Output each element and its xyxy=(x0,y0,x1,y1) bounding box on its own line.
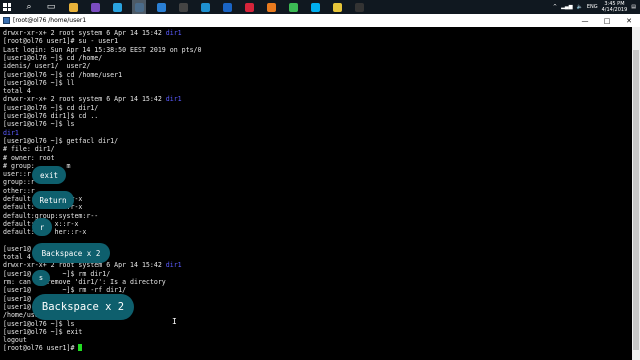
putty-icon[interactable] xyxy=(132,0,146,14)
system-tray: ^ ▂▄▆ 🔈 ENG 3:45 PM 4/14/2019 ▤ xyxy=(553,0,640,14)
window-title: [root@ol76 /home/user1 xyxy=(13,17,87,24)
chrome-icon-glyph xyxy=(288,2,298,12)
terminal-line-text: [user1@ol76 ~]$ cd /home/user1 xyxy=(3,70,123,79)
terminal-line-text: drwxr-xr-x+ 2 root system 6 Apr 14 15:42 xyxy=(3,95,166,104)
terminal-line-text: group::r xyxy=(3,178,35,187)
terminal-line-text: [user1@ol76 ~]$ getfacl dir1/ xyxy=(3,136,119,145)
keystroke-bubble-backspace: Backspace x 2 xyxy=(32,243,110,263)
search-icon[interactable]: ⌕ xyxy=(22,0,36,14)
app-icon[interactable] xyxy=(176,0,190,14)
terminal-line-text: total 4 xyxy=(3,253,31,262)
opera-icon-glyph xyxy=(244,2,254,12)
directory-name: dir1 xyxy=(165,29,182,37)
firefox-icon-glyph xyxy=(266,2,276,12)
terminal-line-text: [user1@ol76 ~]$ cd /home/ xyxy=(3,53,103,62)
scrollbar[interactable] xyxy=(632,27,640,360)
directory-name: dir1 xyxy=(165,261,182,270)
terminal-line-text: total 4 xyxy=(3,87,31,96)
notes-icon-glyph xyxy=(332,2,342,12)
directory-name: dir1 xyxy=(165,95,182,104)
mail-icon[interactable] xyxy=(154,0,168,14)
terminal-line-text: [user1@ol76 ~]$ ls xyxy=(3,319,75,328)
putty-icon-glyph xyxy=(134,2,144,12)
terminal-line-text: [user1@ ~]$ rm dir1/ xyxy=(3,269,111,278)
terminal-cursor xyxy=(78,344,83,352)
tray-chevron-icon[interactable]: ^ xyxy=(553,4,557,10)
terminal-line-text: [user1@ xyxy=(3,302,31,311)
terminal-line-text: other::r xyxy=(3,186,35,195)
taskbar-apps: ⌕ ▭ xyxy=(14,0,366,14)
window-titlebar[interactable]: [root@ol76 /home/user1 — □ ✕ xyxy=(0,14,640,27)
terminal-line-text: [user1@ xyxy=(3,244,31,253)
close-button[interactable]: ✕ xyxy=(618,14,640,27)
store-icon-glyph xyxy=(200,2,210,12)
network-icon[interactable]: ▂▄▆ xyxy=(561,4,573,10)
video-icon[interactable] xyxy=(352,0,366,14)
maximize-button[interactable]: □ xyxy=(596,14,618,27)
language-indicator[interactable]: ENG xyxy=(587,4,598,10)
vs-icon[interactable] xyxy=(88,0,102,14)
minimize-button[interactable]: — xyxy=(574,14,596,27)
clock-date: 4/14/2019 xyxy=(601,7,628,13)
terminal-line-text: [root@ol76 user1]# su - user1 xyxy=(3,37,119,46)
folder-icon[interactable] xyxy=(66,0,80,14)
firefox-icon[interactable] xyxy=(264,0,278,14)
telegram-icon-glyph xyxy=(112,2,122,12)
terminal-line-text: [user1@ol76 ~]$ cd dir1/ xyxy=(3,103,99,112)
terminal-line-text: [user1@ol76 ~]$ ls xyxy=(3,120,75,129)
putty-window-icon[interactable] xyxy=(3,17,10,24)
store-icon[interactable] xyxy=(198,0,212,14)
keystroke-bubble-return: Return xyxy=(32,191,74,209)
terminal-line-text: [user1@ xyxy=(3,294,31,303)
taskbar: ⌕ ▭ ^ ▂▄▆ 🔈 ENG 3:45 PM 4/14/2019 ▤ xyxy=(0,0,640,14)
skype-icon-glyph xyxy=(310,2,320,12)
hp-icon[interactable] xyxy=(220,0,234,14)
mail-icon-glyph xyxy=(156,2,166,12)
skype-icon[interactable] xyxy=(308,0,322,14)
scrollbar-thumb[interactable] xyxy=(633,50,639,350)
telegram-icon[interactable] xyxy=(110,0,124,14)
keystroke-bubble-backspace-large: Backspace x 2 xyxy=(32,294,134,320)
folder-icon-glyph xyxy=(68,2,78,12)
clock[interactable]: 3:45 PM 4/14/2019 xyxy=(602,1,628,13)
app-icon-glyph xyxy=(178,2,188,12)
keystroke-bubble-r: r xyxy=(32,218,52,236)
mouse-ibeam-cursor: I xyxy=(172,317,177,326)
terminal-line-text: [user1@ol76 ~]$ ll xyxy=(3,78,75,87)
windows-logo-icon xyxy=(3,3,11,11)
terminal-line-text: [user1@ol76 dir1]$ cd .. xyxy=(3,112,99,120)
terminal-line: [root@ol76 user1]# xyxy=(3,344,83,353)
terminal-line-text: user::r xyxy=(3,170,31,179)
notes-icon[interactable] xyxy=(330,0,344,14)
volume-icon[interactable]: 🔈 xyxy=(577,4,583,10)
vs-icon-glyph xyxy=(90,2,100,12)
keystroke-bubble-exit: exit xyxy=(32,166,66,184)
terminal-line-text: logout xyxy=(3,336,27,345)
terminal-line-text: [user1@ol76 ~]$ exit xyxy=(3,327,83,336)
terminal-line-text: Last login: Sun Apr 14 15:38:50 EEST 201… xyxy=(3,45,202,54)
task-view-icon[interactable]: ▭ xyxy=(44,0,58,14)
start-button[interactable] xyxy=(0,0,14,14)
hp-icon-glyph xyxy=(222,2,232,12)
terminal-line-text: # file: dir1/ xyxy=(3,145,55,154)
video-icon-glyph xyxy=(354,2,364,12)
chrome-icon[interactable] xyxy=(286,0,300,14)
directory-name: dir1 xyxy=(3,128,19,137)
keystroke-bubble-s: s xyxy=(32,270,50,286)
notifications-icon[interactable]: ▤ xyxy=(631,4,636,10)
terminal-line-text: default:group:system:r-- xyxy=(3,211,99,220)
terminal-line-text: # owner: root xyxy=(3,153,55,162)
terminal-line-text: idenis/ user1/ user2/ xyxy=(3,62,91,71)
terminal-line-text: [root@ol76 user1]# xyxy=(3,344,79,353)
opera-icon[interactable] xyxy=(242,0,256,14)
terminal-line-text: rm: can remove 'dir1/': Is a directory xyxy=(3,278,166,286)
terminal-line-text: drwxr-xr-x+ 2 root system 6 Apr 14 15:42 xyxy=(3,29,166,37)
